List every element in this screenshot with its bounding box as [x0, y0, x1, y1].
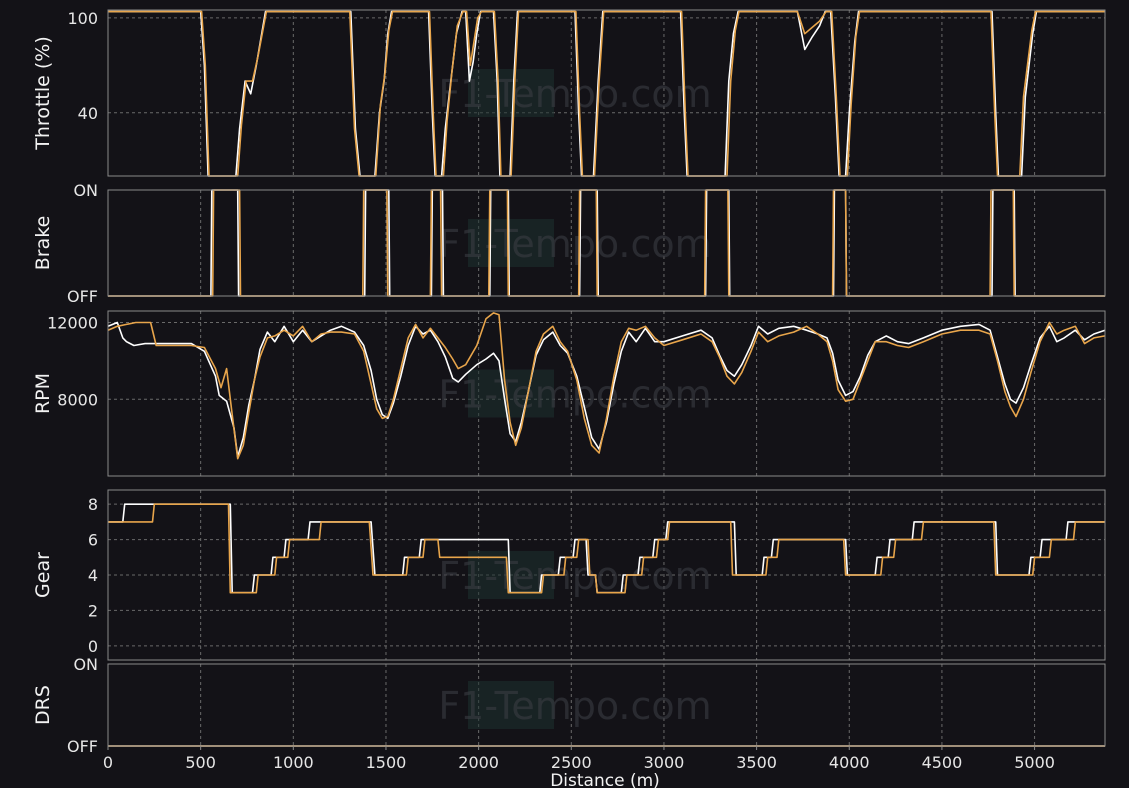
y-tick-label: ON — [73, 655, 98, 674]
y-tick-label: 4 — [88, 566, 98, 585]
watermark-text: F1-Tempo.com — [438, 72, 711, 116]
watermark-text: F1-Tempo.com — [438, 373, 711, 417]
panel-rpm: 8000 12000 F1-Tempo.com RPM — [32, 310, 1106, 477]
watermark-text: F1-Tempo.com — [438, 684, 711, 728]
watermark-text: F1-Tempo.com — [438, 554, 711, 598]
x-tick-label: 2000 — [458, 753, 499, 772]
x-tick-label: 2500 — [551, 753, 592, 772]
x-tick-label: 5000 — [1014, 753, 1055, 772]
y-axis-label: Gear — [32, 552, 54, 598]
x-tick-label: 0 — [103, 753, 113, 772]
x-axis-label: Distance (m) — [550, 771, 660, 788]
x-tick-label: 1000 — [273, 753, 314, 772]
panel-gear: 0 2 4 6 8 F1-Tempo.com Gear — [32, 489, 1106, 661]
y-axis-label: RPM — [32, 373, 54, 414]
telemetry-chart: 40100F1-Tempo.comThrottle (%)OFFONF1-Tem… — [32, 9, 1106, 788]
x-tick-label: 4000 — [829, 753, 870, 772]
y-tick-label: ON — [73, 181, 98, 200]
y-tick-label: 2 — [88, 601, 98, 620]
x-tick-label: 3000 — [644, 753, 685, 772]
y-tick-label: 8000 — [57, 390, 98, 409]
x-tick-label: 4500 — [922, 753, 963, 772]
y-axis-label: Brake — [32, 216, 54, 271]
y-tick-label: 40 — [78, 104, 98, 123]
y-tick-label: OFF — [67, 287, 98, 306]
y-tick-label: 12000 — [47, 314, 98, 333]
y-tick-label: OFF — [67, 737, 98, 756]
y-axis-label: DRS — [32, 685, 54, 725]
y-axis-label: Throttle (%) — [32, 36, 54, 150]
y-tick-label: 6 — [88, 531, 98, 550]
x-tick-label: 3500 — [736, 753, 777, 772]
y-tick-label: 100 — [67, 9, 98, 28]
panel-throttle: 40 100 F1-Tempo.com Throttle (%) — [32, 9, 1106, 177]
y-tick-label: 8 — [88, 495, 98, 514]
panel-brake: OFF ON F1-Tempo.com Brake — [32, 181, 1106, 306]
panel-drs: OFF ON F1-Tempo.com DRS — [32, 655, 1106, 756]
x-tick-label: 1500 — [366, 753, 407, 772]
watermark-text: F1-Tempo.com — [438, 222, 711, 266]
x-tick-label: 500 — [185, 753, 216, 772]
y-tick-label: 0 — [88, 637, 98, 656]
